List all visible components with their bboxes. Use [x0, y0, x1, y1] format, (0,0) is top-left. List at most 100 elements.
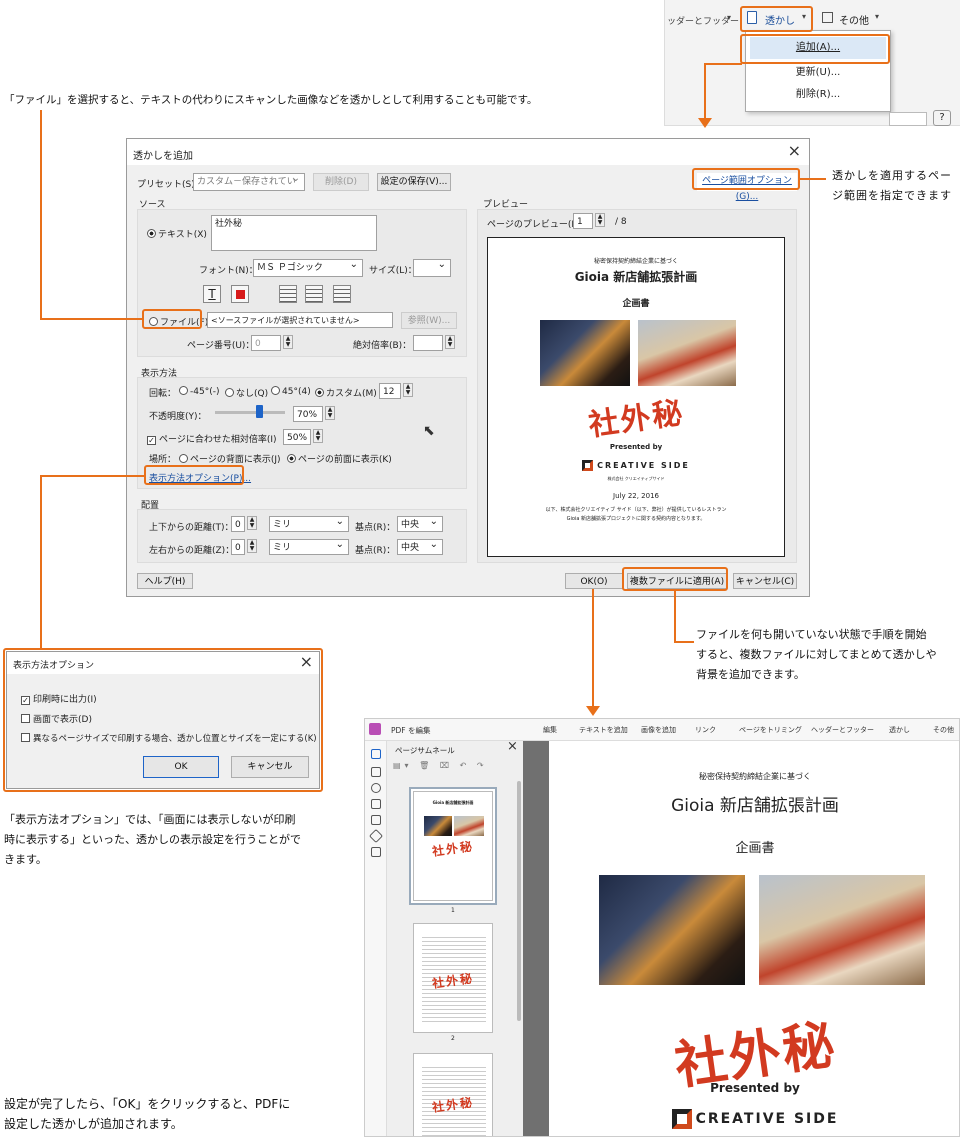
vertical-distance-label: 上下からの距離(T)：	[149, 523, 234, 533]
thumbnail-toolbar: ▤▾ 🗑 ⌧ ↶ ↷	[393, 761, 488, 770]
tool-add-text[interactable]: テキストを追加	[579, 725, 628, 735]
close-icon[interactable]: ×	[507, 739, 518, 754]
tool-other[interactable]: その他	[933, 725, 954, 735]
tool-crop[interactable]: ページをトリミング	[739, 725, 802, 735]
tool-link[interactable]: リンク	[695, 725, 716, 735]
font-select[interactable]: ＭＳ Ｐゴシック	[253, 258, 363, 277]
preview-logo-sub: 株式会社 クリエイティブサイド	[607, 476, 665, 481]
connector-file-h	[40, 318, 144, 320]
preset-select[interactable]: カスタム－保存されてい	[193, 172, 305, 191]
thumb-title: Gioia 新店舗拡張計画	[432, 800, 474, 805]
content-icon[interactable]	[371, 815, 381, 825]
tag-icon[interactable]	[368, 828, 384, 844]
rotation-custom[interactable]: カスタム(M)	[315, 386, 377, 399]
absolute-scale-spinner[interactable]: ▲ ▼	[445, 335, 455, 349]
horizontal-base-select[interactable]: 中央	[397, 538, 443, 555]
print-output-checkbox[interactable]: ✓ 印刷時に出力(I)	[21, 692, 97, 705]
page-number-input[interactable]: 0	[251, 335, 281, 351]
rotation-45-radio[interactable]	[271, 386, 280, 395]
relative-scale-spinner[interactable]: ▲ ▼	[313, 429, 323, 443]
relative-scale-check[interactable]: ✓	[147, 436, 156, 445]
other-toolbar-button[interactable]: その他 ▾	[819, 6, 889, 30]
place-front[interactable]: ページの前面に表示(K)	[287, 452, 392, 465]
screen-display-check[interactable]	[21, 714, 30, 723]
bookmark-icon[interactable]	[371, 767, 381, 777]
tool-watermark[interactable]: 透かし	[889, 725, 910, 735]
edit-pdf-label[interactable]: PDF を編集	[391, 725, 431, 736]
tool-add-image[interactable]: 画像を追加	[641, 725, 676, 735]
close-icon[interactable]: ×	[300, 652, 313, 671]
horizontal-distance-spinner[interactable]: ▲ ▼	[247, 539, 257, 553]
horizontal-distance-label: 左右からの距離(Z)：	[149, 546, 235, 556]
page-number-spinner[interactable]: ▲ ▼	[283, 335, 293, 349]
delete-preset-button[interactable]: 削除(D)	[313, 173, 369, 191]
options-cancel-button[interactable]: キャンセル	[231, 756, 309, 778]
source-file-input[interactable]: <ソースファイルが選択されていません>	[207, 312, 393, 328]
place-front-radio[interactable]	[287, 454, 296, 463]
close-icon[interactable]: ×	[788, 141, 801, 160]
text-radio-button[interactable]	[147, 229, 156, 238]
opacity-slider-track[interactable]	[215, 411, 285, 414]
text-color-icon[interactable]	[231, 285, 249, 303]
align-right-icon[interactable]	[333, 285, 351, 303]
fixed-size-check[interactable]	[21, 733, 30, 742]
vertical-unit-select[interactable]: ミリ	[269, 515, 349, 532]
place-back-radio[interactable]	[179, 454, 188, 463]
pages-icon[interactable]	[371, 749, 381, 759]
relative-scale-checkbox[interactable]: ✓ ページに合わせた相対倍率(I)	[147, 432, 277, 445]
vertical-distance-spinner[interactable]: ▲ ▼	[247, 516, 257, 530]
help-button[interactable]: ヘルプ(H)	[137, 573, 193, 589]
page-preview-spinner[interactable]: ▲ ▼	[595, 213, 605, 227]
options-ok-button[interactable]: OK	[143, 756, 219, 778]
rotation-custom-radio[interactable]	[315, 388, 324, 397]
thumbnail-page-3[interactable]: 社外秘	[413, 1053, 493, 1136]
opacity-input[interactable]: 70%	[293, 406, 323, 422]
align-center-icon[interactable]	[305, 285, 323, 303]
browse-button[interactable]: 参照(W)...	[401, 312, 457, 329]
print-output-check[interactable]: ✓	[21, 696, 30, 705]
rotation-none-radio[interactable]	[225, 388, 234, 397]
menu-item-delete[interactable]: 削除(R)...	[750, 85, 886, 105]
cancel-button[interactable]: キャンセル(C)	[733, 573, 797, 589]
screen-display-checkbox[interactable]: 画面で表示(D)	[21, 712, 92, 725]
rotation-spinner[interactable]: ▲ ▼	[403, 383, 413, 397]
absolute-scale-input[interactable]	[413, 335, 443, 351]
thumbnail-page-1[interactable]: Gioia 新店舗拡張計画 社外秘	[413, 791, 493, 901]
rotation-minus45-radio[interactable]	[179, 386, 188, 395]
watermark-text-input[interactable]: 社外秘	[211, 215, 377, 251]
relative-scale-input[interactable]: 50%	[283, 429, 311, 445]
horizontal-distance-input[interactable]: 0	[231, 539, 245, 555]
left-rail	[365, 741, 387, 1136]
text-format-icon[interactable]: T	[203, 285, 221, 303]
vertical-distance-input[interactable]: 0	[231, 516, 245, 532]
order-icon[interactable]	[371, 847, 381, 857]
ok-button[interactable]: OK(O)	[565, 573, 623, 589]
fixed-size-checkbox[interactable]: 異なるページサイズで印刷する場合、透かし位置とサイズを一定にする(K)	[21, 732, 317, 744]
rotation-custom-input[interactable]: 12	[379, 383, 401, 399]
size-select[interactable]	[413, 258, 451, 277]
save-settings-button[interactable]: 設定の保存(V)...	[377, 173, 451, 191]
attachment-icon[interactable]	[371, 783, 381, 793]
menu-item-update[interactable]: 更新(U)...	[750, 63, 886, 83]
rotation-none[interactable]: なし(Q)	[225, 386, 268, 399]
page-preview-input[interactable]: 1	[573, 213, 593, 229]
place-back[interactable]: ページの背面に表示(J)	[179, 452, 281, 465]
edit-pdf-icon[interactable]	[369, 723, 381, 735]
thumbnail-page-2[interactable]: 社外秘	[413, 923, 493, 1033]
align-left-icon[interactable]	[279, 285, 297, 303]
connector-multi-h	[674, 641, 694, 643]
horizontal-unit-select[interactable]: ミリ	[269, 538, 349, 555]
help-icon[interactable]: ?	[933, 110, 951, 126]
opacity-slider-handle[interactable]	[256, 405, 264, 418]
tool-edit[interactable]: 編集	[543, 725, 557, 735]
layers-icon[interactable]	[371, 799, 381, 809]
text-radio[interactable]: テキスト(X)	[147, 227, 207, 240]
page-preview-label: ページのプレビュー(E)	[487, 220, 581, 230]
thumbnail-scrollbar[interactable]	[517, 781, 521, 1021]
restaurant-terrace-photo	[638, 320, 736, 386]
rotation-minus45[interactable]: -45°(-)	[179, 386, 219, 397]
rotation-45[interactable]: 45°(4)	[271, 386, 311, 397]
opacity-spinner[interactable]: ▲ ▼	[325, 406, 335, 420]
tool-header-footer[interactable]: ヘッダーとフッター	[811, 725, 874, 735]
vertical-base-select[interactable]: 中央	[397, 515, 443, 532]
